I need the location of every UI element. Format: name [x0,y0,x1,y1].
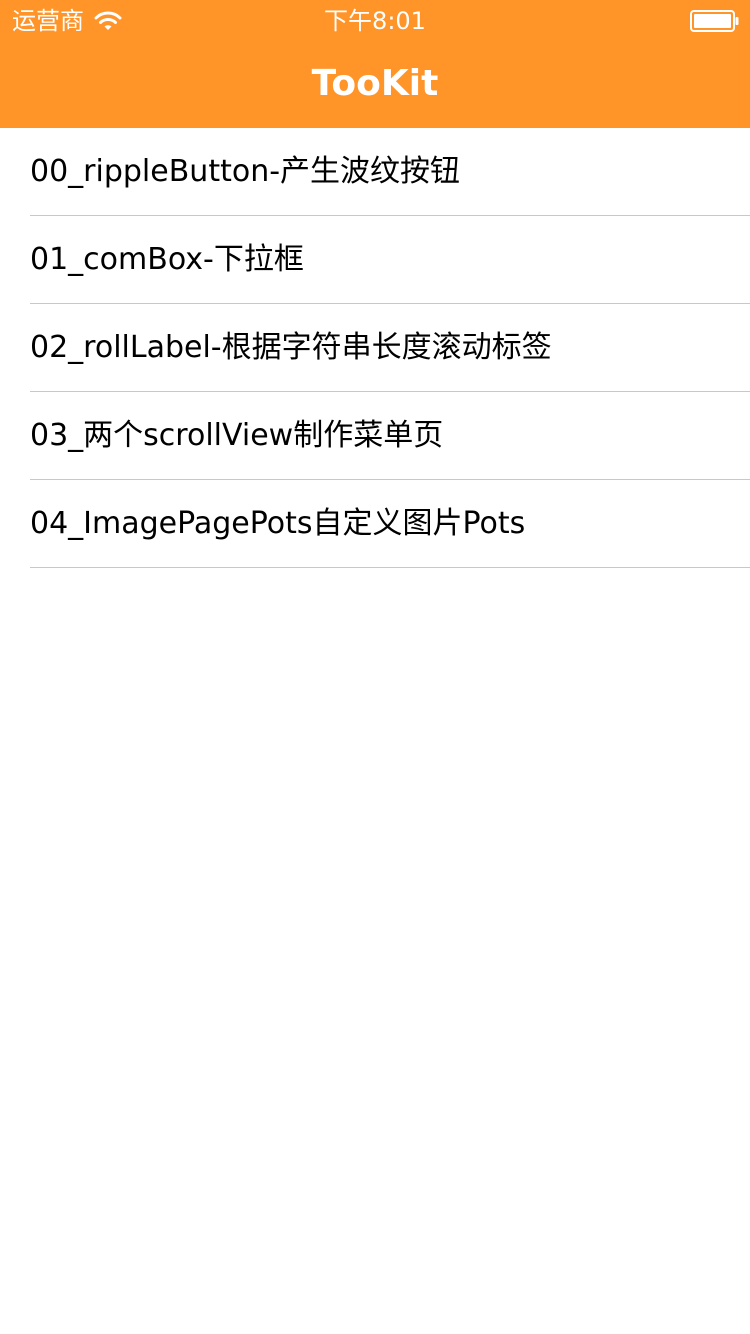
list-item[interactable]: 00_rippleButton-产生波纹按钮 [0,128,750,216]
carrier-label: 运营商 [12,7,84,35]
navigation-header: 运营商 下午8:01 TooKit [0,0,750,128]
list-separator [30,567,750,568]
wifi-icon [94,10,122,32]
list-item-label: 04_ImagePagePots自定义图片Pots [30,506,526,541]
list-item[interactable]: 01_comBox-下拉框 [0,216,750,304]
list-item[interactable]: 02_rollLabel-根据字符串长度滚动标签 [0,304,750,392]
battery-icon [690,10,740,32]
list-item-label: 01_comBox-下拉框 [30,242,304,277]
tool-list: 00_rippleButton-产生波纹按钮 01_comBox-下拉框 02_… [0,128,750,568]
list-item-label: 00_rippleButton-产生波纹按钮 [30,154,461,189]
carrier-group: 运营商 [12,6,122,36]
screen: 运营商 下午8:01 TooKit 00_rippleButton-产生波纹按钮… [0,0,750,1334]
list-item[interactable]: 04_ImagePagePots自定义图片Pots [0,480,750,568]
status-bar: 运营商 下午8:01 [0,0,750,40]
list-item-label: 02_rollLabel-根据字符串长度滚动标签 [30,330,552,365]
list-item[interactable]: 03_两个scrollView制作菜单页 [0,392,750,480]
page-title: TooKit [311,63,439,104]
list-item-label: 03_两个scrollView制作菜单页 [30,418,444,453]
